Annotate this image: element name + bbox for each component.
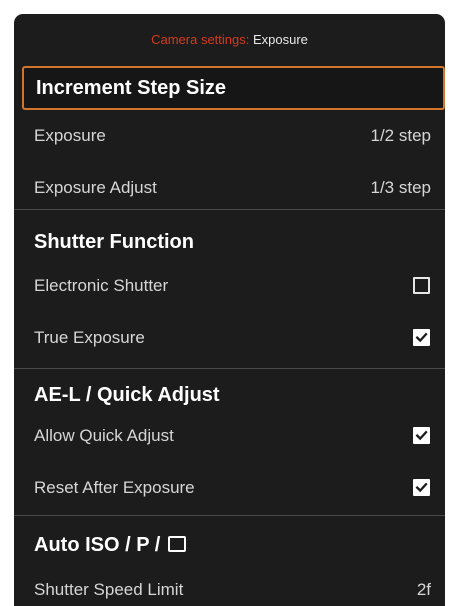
setting-row-allow-quick-adjust[interactable]: Allow Quick Adjust (14, 410, 445, 462)
setting-row-true-exposure[interactable]: True Exposure (14, 312, 445, 364)
section-title-shutter-function: Shutter Function (34, 231, 194, 253)
section-title-increment-step-size[interactable]: Increment Step Size (22, 66, 445, 110)
aperture-mode-square-icon (167, 536, 186, 552)
section-title-auto-iso: Auto ISO / P / (34, 530, 186, 560)
section-title-ael-quick-adjust: AE-L / Quick Adjust (34, 384, 220, 406)
section-divider (14, 209, 445, 210)
checkbox-true-exposure[interactable] (413, 329, 430, 346)
checkmark-icon (415, 332, 428, 343)
checkmark-icon (415, 430, 428, 441)
section-divider (14, 515, 445, 516)
screen-header: Camera settings: Exposure (14, 14, 445, 66)
setting-row-reset-after-exposure[interactable]: Reset After Exposure (14, 462, 445, 514)
setting-row-electronic-shutter[interactable]: Electronic Shutter (14, 260, 445, 312)
setting-label: Reset After Exposure (34, 478, 195, 497)
setting-label: True Exposure (34, 328, 145, 347)
setting-label: Allow Quick Adjust (34, 426, 174, 445)
setting-value: 1/3 step (370, 178, 432, 197)
header-prefix: Camera settings: (151, 32, 250, 47)
section-title-text: Auto ISO / P / (34, 534, 161, 556)
setting-row-exposure-adjust[interactable]: Exposure Adjust 1/3 step (14, 162, 445, 214)
checkbox-allow-quick-adjust[interactable] (413, 427, 430, 444)
setting-label: Exposure Adjust (34, 178, 157, 197)
camera-settings-screen: Camera settings: Exposure Increment Step… (14, 14, 445, 606)
section-divider (14, 368, 445, 369)
setting-value: 1/2 step (370, 126, 432, 145)
setting-label: Exposure (34, 126, 106, 145)
setting-row-shutter-speed-limit[interactable]: Shutter Speed Limit 2f (14, 564, 445, 606)
setting-label: Shutter Speed Limit (34, 580, 184, 599)
checkbox-electronic-shutter[interactable] (413, 277, 430, 294)
header-title: Exposure (252, 32, 308, 47)
setting-row-exposure[interactable]: Exposure 1/2 step (14, 110, 445, 162)
setting-label: Electronic Shutter (34, 276, 169, 295)
checkmark-icon (415, 482, 428, 493)
checkbox-reset-after-exposure[interactable] (413, 479, 430, 496)
setting-value: 2f (416, 580, 431, 599)
